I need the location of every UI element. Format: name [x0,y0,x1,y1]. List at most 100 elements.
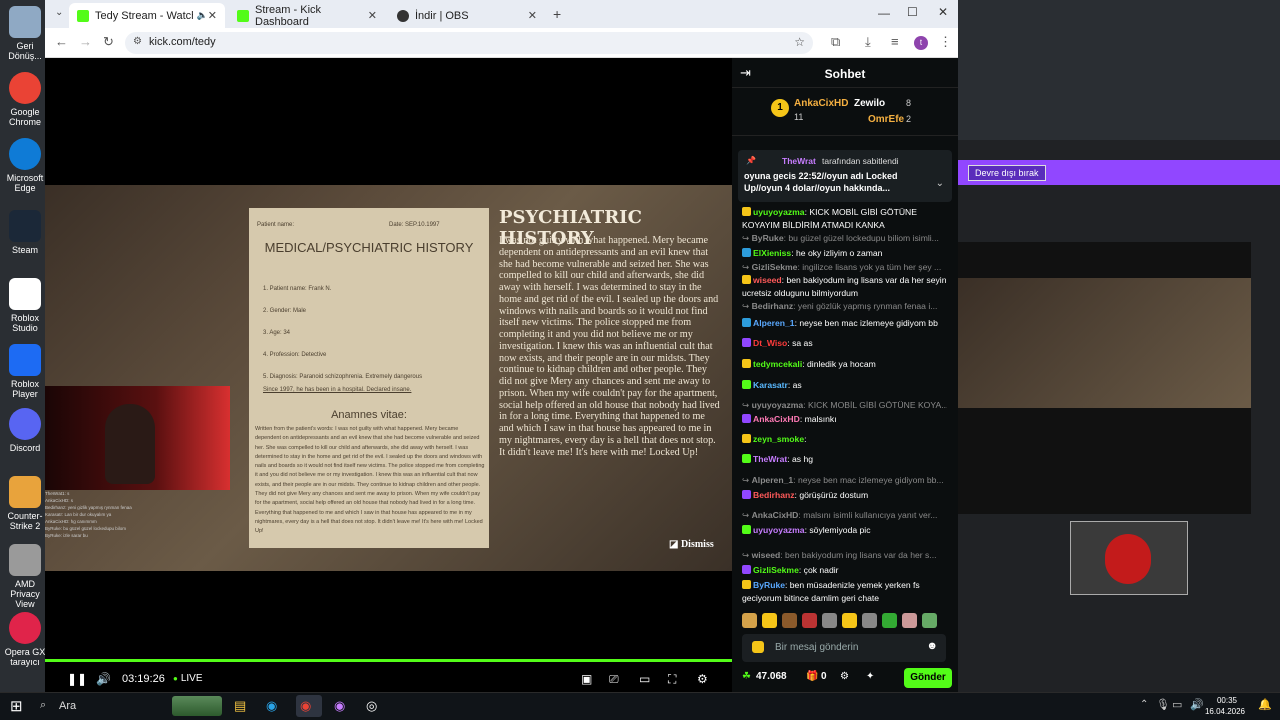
media-icon[interactable]: ≡ [891,34,899,49]
chat-username[interactable]: Alperen_1 [753,318,795,328]
miniplayer-icon[interactable]: ▣ [581,672,592,686]
kick-bot-icon[interactable]: ✦ [866,671,874,682]
leader-name[interactable]: OmrEfe [868,114,904,125]
obs-icon[interactable]: ◎ [366,698,377,714]
emote-icon[interactable] [842,613,857,628]
chat-reply-preview[interactable]: ↪ ByRuke: bu güzel güzel lockedupu bilio… [742,232,947,245]
chat-username[interactable]: zeyn_smoke [753,434,804,444]
fullscreen-icon[interactable]: ⛶ [668,672,676,687]
chat-username[interactable]: Bedirhanz [752,301,794,311]
chat-reply-preview[interactable]: ↪ uyuyoyazma: KICK MOBİL GİBİ GÖTÜNE KOY… [742,399,947,412]
desktop-icon[interactable]: Roblox Studio [0,278,50,333]
clip-icon[interactable]: ⎚ [609,672,619,687]
video-player[interactable]: Patient name: Date: SEP.10.1997 MEDICAL/… [45,58,732,692]
chat-username[interactable]: tedymcekali [753,359,802,369]
chat-username[interactable]: ElXieniss [753,248,791,258]
chat-username[interactable]: AnkaCixHD [752,510,799,520]
search-icon[interactable]: ⌕ [40,699,46,712]
emote-bar[interactable] [742,613,952,629]
chat-reply-preview[interactable]: ↪ Alperen_1: neyse ben mac izlemeye gidi… [742,474,947,487]
chat-message[interactable]: AnkaCixHD: malsınkı [742,413,947,426]
live-indicator[interactable]: LIVE [173,673,203,684]
chat-username[interactable]: GizliSekme [752,262,798,272]
taskbar-time[interactable]: 00:35 [1212,696,1242,705]
disable-button[interactable]: Devre dışı bırak [968,165,1046,181]
taskbar-search[interactable]: Ara [59,700,76,712]
desktop-icon[interactable]: Google Chrome [0,72,50,127]
chat-message[interactable]: TheWrat: as hg [742,453,947,466]
download-icon[interactable]: ⤓ [865,34,871,50]
notification-icon[interactable]: 🔔 [1258,698,1272,711]
chat-username[interactable]: AnkaCixHD [753,414,800,424]
tab-obs-download[interactable]: İndir | OBS ✕ [389,3,545,28]
chat-message[interactable]: wiseed: ben bakiyodum ing lisans var da … [742,274,947,300]
theater-mode-icon[interactable]: ▭ [639,672,650,686]
minimize-button[interactable]: — [878,6,890,20]
reload-icon[interactable]: ↻ [103,34,114,50]
maximize-button[interactable]: ☐ [907,5,918,19]
tray-chevron-icon[interactable]: ⌃ [1140,699,1148,710]
chat-message[interactable]: uyuyoyazma: söylemiyoda pic [742,524,947,537]
pinned-message[interactable]: 📌 TheWrat tarafından sabitlendi oyuna ge… [738,150,952,202]
chat-username[interactable]: TheWrat [753,454,787,464]
edge-icon[interactable]: ◉ [266,698,277,714]
chat-message[interactable]: tedymcekali: dinledik ya hocam [742,358,947,371]
chat-reply-preview[interactable]: ↪ wiseed: ben bakiyodum ing lisans var d… [742,549,947,562]
audio-icon[interactable]: 🔈 [197,10,208,21]
microphone-icon[interactable]: 🎙 [1156,698,1170,711]
playback-progress[interactable] [45,659,732,662]
chat-message[interactable]: Bedirhanz: görüşürüz dostum [742,489,947,502]
back-icon[interactable]: ← [55,34,68,49]
widget-icon[interactable] [172,696,222,716]
send-button[interactable]: Gönder [904,668,952,688]
chat-message[interactable]: zeyn_smoke: [742,433,947,446]
desktop-icon[interactable]: AMD Privacy View [0,544,50,609]
file-explorer-icon[interactable]: ▤ [234,698,246,714]
emote-icon[interactable] [862,613,877,628]
chat-username[interactable]: uyuyoyazma [752,400,804,410]
chat-username[interactable]: Alperen_1 [752,475,794,485]
chat-message[interactable]: GizliSekme: çok nadir [742,564,947,577]
chat-message[interactable]: Karasatr: as [742,379,947,392]
gift-icon[interactable]: 🎁 [806,671,818,682]
forward-icon[interactable]: → [79,34,92,49]
emote-icon[interactable] [802,613,817,628]
chat-message[interactable]: uyuyoyazma: KICK MOBİL GİBİ GÖTÜNE KOYAY… [742,206,947,232]
chat-message[interactable]: Alperen_1: neyse ben mac izlemeye gidiyo… [742,317,947,330]
site-info-icon[interactable]: ⚙ [133,36,142,47]
network-icon[interactable]: ▭ [1172,698,1182,711]
volume-icon[interactable]: 🔊 [96,672,111,686]
chat-username[interactable]: Bedirhanz [753,490,795,500]
chat-username[interactable]: uyuyoyazma [753,525,805,535]
chat-username[interactable]: GizliSekme [753,565,799,575]
close-icon[interactable]: ✕ [208,9,217,22]
menu-icon[interactable]: ⋮ [939,34,952,50]
emote-icon[interactable] [762,613,777,628]
close-icon[interactable]: ✕ [528,9,537,22]
emote-icon[interactable] [742,613,757,628]
new-tab-button[interactable]: + [553,6,561,22]
profile-avatar[interactable]: t [914,36,928,50]
close-icon[interactable]: ✕ [368,9,377,22]
start-icon[interactable]: ⊞ [10,697,23,715]
chat-message[interactable]: Dt_Wiso: sa as [742,337,947,350]
chat-username[interactable]: wiseed [753,275,782,285]
emote-icon[interactable] [782,613,797,628]
chat-username[interactable]: ByRuke [753,580,785,590]
settings-gear-icon[interactable]: ⚙ [697,672,708,686]
chat-username[interactable]: wiseed [752,550,781,560]
bookmark-star-icon[interactable]: ☆ [794,35,805,49]
obs-app-icon[interactable]: ◉ [334,698,345,714]
pause-button[interactable]: ❚❚ [67,672,87,686]
tab-kick-dashboard[interactable]: Stream - Kick Dashboard ✕ [229,3,385,28]
chat-message[interactable]: ElXieniss: he oky izliyim o zaman [742,247,947,260]
chat-username[interactable]: uyuyoyazma [753,207,805,217]
desktop-icon[interactable]: Discord [0,408,50,453]
emote-icon[interactable] [902,613,917,628]
address-bar[interactable]: ⚙ kick.com/tedy ☆ [125,32,813,54]
chat-input[interactable]: Bir mesaj gönderin ☻ [742,634,946,662]
emote-icon[interactable] [882,613,897,628]
chat-message[interactable]: ByRuke: ben müsadenizle yemek yerken fs … [742,579,947,605]
dismiss-button[interactable]: ◪ Dismiss [669,539,714,550]
chat-username[interactable]: Karasatr [753,380,788,390]
